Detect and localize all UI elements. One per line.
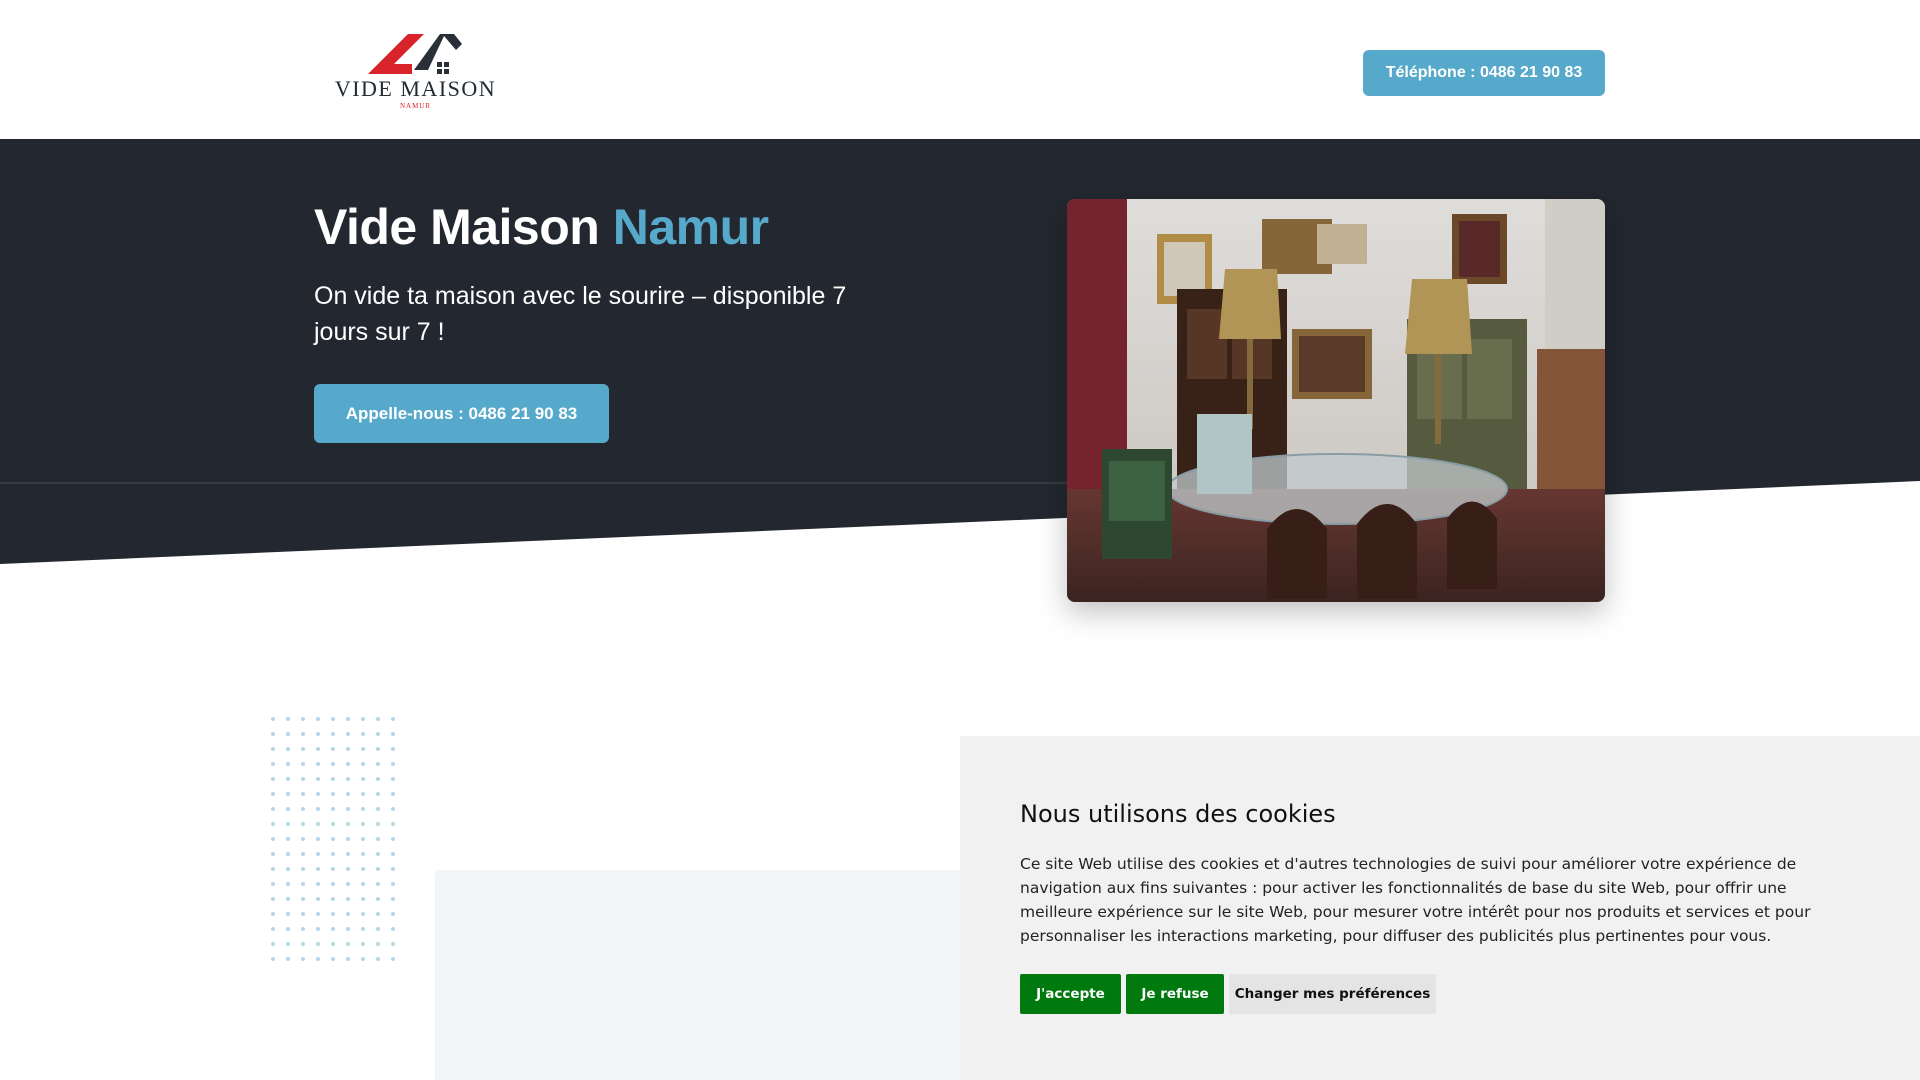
site-logo[interactable]: VIDE MAISON NAMUR: [328, 30, 503, 114]
change-preferences-button[interactable]: Changer mes préférences: [1229, 974, 1436, 1014]
call-us-button[interactable]: Appelle-nous : 0486 21 90 83: [314, 384, 609, 443]
hero-subtitle: On vide ta maison avec le sourire – disp…: [314, 282, 847, 346]
decorative-dot-grid: [270, 716, 405, 966]
hero-furniture-photo: [1067, 199, 1605, 602]
site-header: VIDE MAISON NAMUR Téléphone : 0486 21 90…: [0, 0, 1920, 139]
hero-title: Vide Maison Namur: [314, 198, 769, 256]
hero-section: [0, 139, 1920, 564]
hero-title-main: Vide Maison: [314, 199, 600, 255]
logo-subtext: NAMUR: [399, 102, 432, 110]
hero-background: [0, 139, 1920, 564]
phone-button[interactable]: Téléphone : 0486 21 90 83: [1363, 50, 1605, 96]
cookie-title: Nous utilisons des cookies: [1020, 800, 1336, 828]
logo-text: VIDE MAISON: [334, 76, 497, 101]
hero-title-accent: Namur: [612, 199, 769, 255]
refuse-cookies-button[interactable]: Je refuse: [1126, 974, 1224, 1014]
accept-cookies-button[interactable]: J'accepte: [1020, 974, 1121, 1014]
logo-house-icon: [368, 34, 462, 74]
cookie-banner: Nous utilisons des cookies Ce site Web u…: [960, 736, 1920, 1080]
cookie-actions: J'accepte Je refuse Changer mes préféren…: [1020, 974, 1436, 1014]
cookie-description: Ce site Web utilise des cookies et d'aut…: [1020, 855, 1811, 945]
content-panel: [435, 870, 975, 1080]
